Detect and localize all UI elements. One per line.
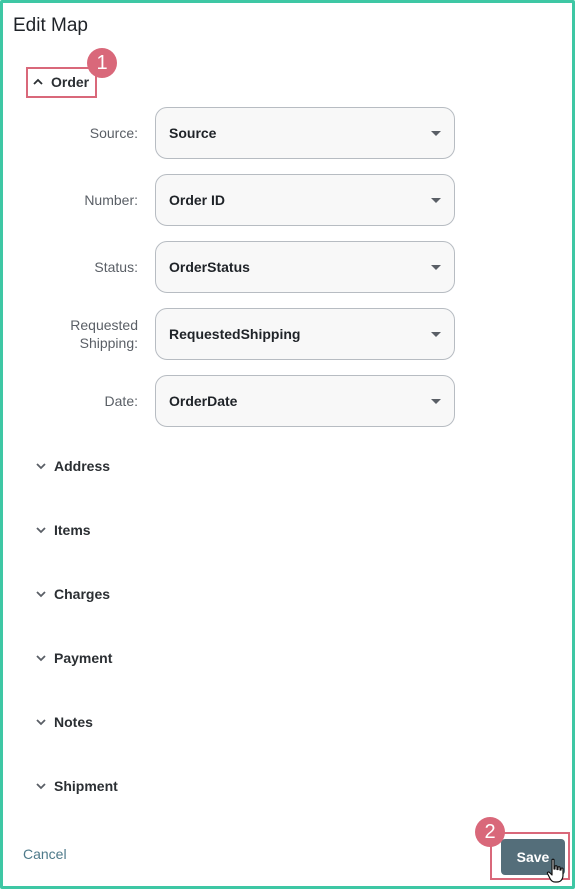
requested-shipping-select[interactable]: RequestedShipping: [155, 308, 455, 360]
field-label-number: Number:: [84, 192, 138, 208]
hand-pointer-icon: [546, 858, 564, 883]
section-shipment-toggle[interactable]: Shipment: [34, 772, 118, 800]
section-items-label: Items: [54, 522, 91, 538]
source-select[interactable]: Source: [155, 107, 455, 159]
field-label-date: Date:: [104, 393, 138, 409]
caret-down-icon: [431, 399, 441, 404]
dialog-title: Edit Map: [13, 15, 88, 36]
section-address-label: Address: [54, 458, 111, 474]
chevron-down-icon: [34, 523, 48, 537]
caret-down-icon: [431, 131, 441, 136]
chevron-down-icon: [34, 459, 48, 473]
section-notes-label: Notes: [54, 714, 93, 730]
chevron-down-icon: [34, 587, 48, 601]
chevron-up-icon: [31, 75, 45, 89]
chevron-down-icon: [34, 779, 48, 793]
field-row-requested-shipping: Requested Shipping: RequestedShipping: [3, 308, 575, 360]
requested-shipping-select-value: RequestedShipping: [169, 326, 301, 342]
section-shipment-label: Shipment: [54, 778, 118, 794]
section-charges-toggle[interactable]: Charges: [34, 580, 110, 608]
section-charges-label: Charges: [54, 586, 111, 602]
section-payment-label: Payment: [54, 650, 113, 666]
status-select-value: OrderStatus: [169, 259, 250, 275]
cancel-button[interactable]: Cancel: [23, 846, 67, 862]
status-select[interactable]: OrderStatus: [155, 241, 455, 293]
caret-down-icon: [431, 198, 441, 203]
section-notes-toggle[interactable]: Notes: [34, 708, 93, 736]
section-order-toggle[interactable]: Order: [31, 68, 89, 96]
field-row-date: Date: OrderDate: [3, 375, 575, 427]
section-items-toggle[interactable]: Items: [34, 516, 91, 544]
field-label-requested-shipping: Requested Shipping:: [70, 317, 138, 351]
caret-down-icon: [431, 265, 441, 270]
section-address-toggle[interactable]: Address: [34, 452, 110, 480]
step-marker-1: 1: [87, 48, 117, 78]
chevron-down-icon: [34, 715, 48, 729]
date-select-value: OrderDate: [169, 393, 238, 409]
chevron-down-icon: [34, 651, 48, 665]
field-row-status: Status: OrderStatus: [3, 241, 575, 293]
step-marker-2: 2: [475, 817, 505, 847]
edit-map-dialog: Edit Map Order 1 Source: Source Number: …: [0, 0, 575, 889]
field-label-source: Source:: [89, 125, 138, 141]
field-label-status: Status:: [94, 259, 138, 275]
source-select-value: Source: [169, 125, 217, 141]
caret-down-icon: [431, 332, 441, 337]
date-select[interactable]: OrderDate: [155, 375, 455, 427]
number-select-value: Order ID: [169, 192, 226, 208]
section-payment-toggle[interactable]: Payment: [34, 644, 112, 672]
section-order-label: Order: [51, 74, 90, 90]
field-row-number: Number: Order ID: [3, 174, 575, 226]
field-row-source: Source: Source: [3, 107, 575, 159]
number-select[interactable]: Order ID: [155, 174, 455, 226]
